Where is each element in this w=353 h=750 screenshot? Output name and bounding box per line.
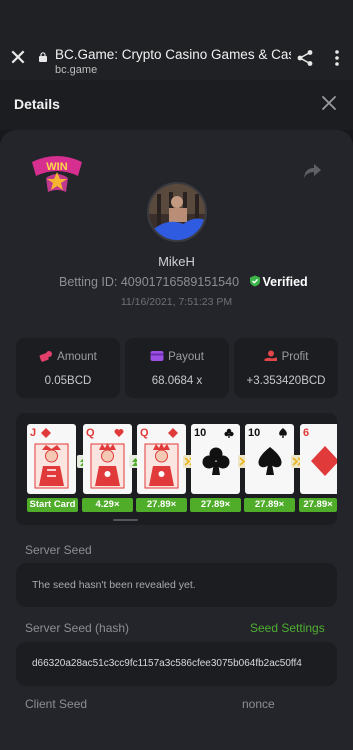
betting-id-row: Betting ID: 40901716589151540 Verified	[59, 275, 308, 289]
stat-payout-label: Payout	[168, 351, 204, 363]
card-5: 6	[300, 424, 337, 494]
stat-profit-label: Profit	[281, 351, 309, 363]
more-vert-icon[interactable]	[334, 49, 340, 67]
card-rank: 10	[194, 427, 207, 439]
stat-payout-label-row: Payout	[125, 350, 229, 363]
win-badge-text: WIN	[46, 161, 67, 173]
spade-icon	[279, 428, 287, 438]
stat-profit: Profit +3.353420BCD	[234, 338, 338, 398]
close-icon[interactable]	[321, 95, 337, 111]
lock-icon	[39, 52, 47, 62]
server-seed-label: Server Seed	[25, 543, 92, 557]
browser-url[interactable]: bc.game	[55, 64, 97, 76]
club-icon	[224, 428, 234, 438]
share-arrow-icon[interactable]	[302, 162, 322, 180]
seed-settings-link[interactable]: Seed Settings	[250, 621, 325, 635]
cards-history[interactable]: J Q Q 10 10 6 Start Card 4.29× 27.89× 27…	[16, 413, 337, 525]
stat-amount-label: Amount	[57, 351, 97, 363]
multiplier-badge: 4.29×	[82, 498, 133, 512]
card-rank: J	[30, 427, 37, 439]
stat-profit-label-row: Profit	[234, 350, 338, 363]
player-name: MikeH	[158, 254, 195, 269]
diamond-large-icon	[311, 446, 337, 476]
spade-large-icon	[258, 447, 282, 475]
horizontal-scrollbar[interactable]	[113, 519, 138, 521]
card-rank: 10	[248, 427, 261, 439]
stat-amount-label-row: Amount	[16, 350, 120, 363]
card-0: J	[27, 424, 76, 494]
stat-profit-value: +3.353420BCD	[246, 375, 326, 387]
card-rank: 6	[303, 427, 310, 439]
queen-face-icon	[90, 443, 125, 489]
card-4: 10	[245, 424, 294, 494]
multiplier-badge: Start Card	[27, 498, 78, 512]
card-3: 10	[191, 424, 240, 494]
wallet-icon	[150, 351, 164, 361]
server-seed-field: The seed hasn't been revealed yet.	[16, 563, 337, 607]
card-1: Q	[83, 424, 132, 494]
bottom-fade	[0, 716, 353, 750]
page-title: Details	[14, 96, 60, 112]
multiplier-badge: 27.89×	[299, 498, 337, 512]
jack-face-icon	[34, 443, 69, 489]
club-large-icon	[202, 447, 230, 475]
verified-shield-icon	[249, 275, 260, 287]
bet-timestamp: 11/16/2021, 7:51:23 PM	[120, 296, 233, 308]
browser-page-title: BC.Game: Crypto Casino Games & Casino…	[55, 47, 291, 62]
close-tab-icon[interactable]: ✕	[8, 47, 28, 69]
multiplier-badge: 27.89×	[244, 498, 295, 512]
share-icon[interactable]	[296, 49, 314, 67]
stat-payout: Payout 68.0684 x	[125, 338, 229, 398]
card-rank: Q	[140, 427, 149, 439]
verified-label: Verified	[262, 275, 308, 289]
multiplier-badge: 27.89×	[136, 498, 187, 512]
card-rank: Q	[86, 427, 95, 439]
server-seed-hash-label: Server Seed (hash)	[25, 621, 130, 635]
card-2: Q	[137, 424, 186, 494]
queen-face-icon	[144, 443, 179, 489]
stat-amount-value: 0.05BCD	[44, 375, 92, 387]
client-seed-label: Client Seed	[25, 697, 88, 711]
server-seed-hash-field[interactable]: d66320a28ac51c3cc9fc1157a3c586cfee3075b0…	[16, 642, 337, 686]
hand-coin-icon	[264, 350, 277, 361]
coins-icon	[39, 351, 53, 362]
multiplier-badge: 27.89×	[190, 498, 241, 512]
diamond-icon	[41, 428, 51, 438]
diamond-icon	[168, 428, 178, 438]
stat-amount: Amount 0.05BCD	[16, 338, 120, 398]
avatar	[147, 182, 207, 242]
browser-toolbar	[0, 0, 353, 80]
nonce-label: nonce	[242, 697, 275, 711]
betting-id: Betting ID: 40901716589151540	[59, 275, 240, 289]
win-badge-icon: WIN	[32, 156, 82, 192]
heart-icon	[114, 429, 124, 437]
stat-payout-value: 68.0684 x	[151, 375, 203, 387]
